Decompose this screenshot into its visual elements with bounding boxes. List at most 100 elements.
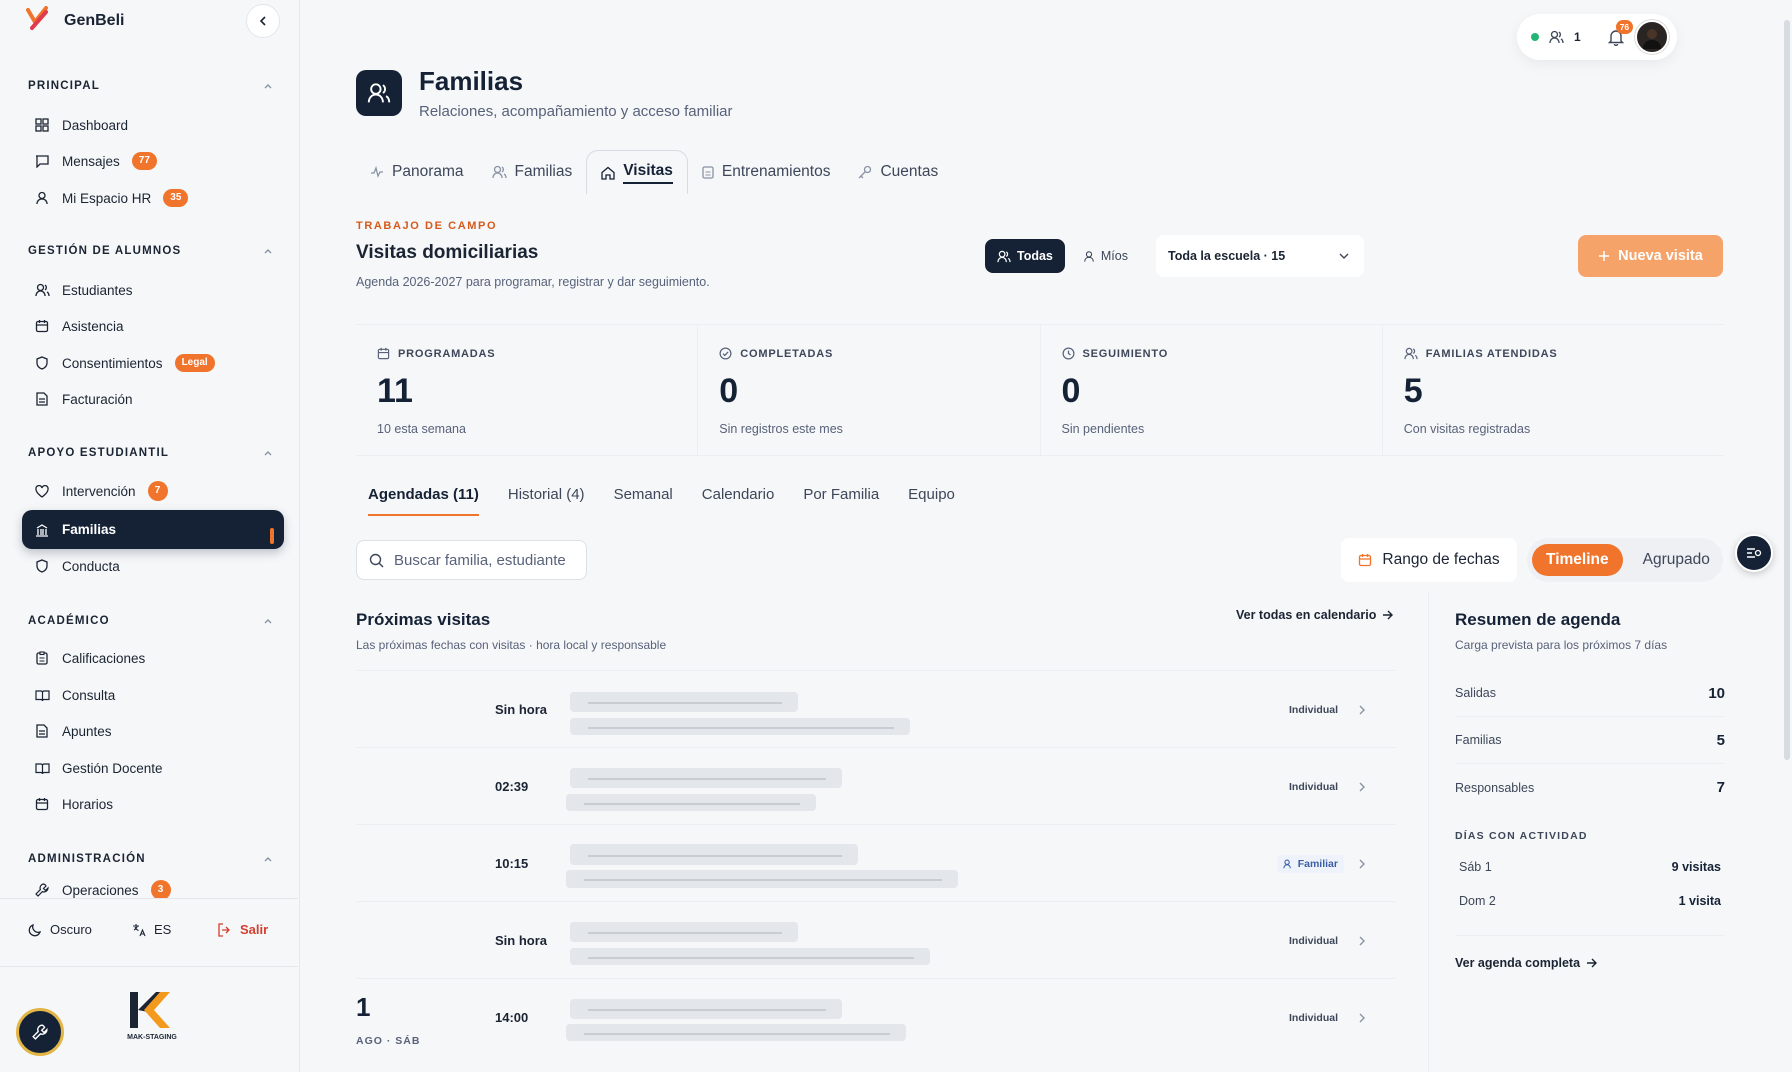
visit-row[interactable]: Sin hora Individual bbox=[356, 670, 1396, 747]
section-apoyo-estudiantil[interactable]: APOYO ESTUDIANTIL bbox=[28, 447, 273, 459]
visit-row[interactable]: 02:39 Individual bbox=[356, 747, 1396, 824]
users-icon[interactable] bbox=[1549, 30, 1564, 44]
users-icon bbox=[1283, 859, 1291, 868]
page-scrollbar[interactable] bbox=[1784, 20, 1790, 760]
dev-tools-button[interactable] bbox=[16, 1008, 64, 1056]
tab-label: Panorama bbox=[392, 163, 464, 180]
tab-label: Cuentas bbox=[880, 163, 939, 180]
scope-select[interactable]: Toda la escuela · 15 bbox=[1156, 235, 1364, 277]
subtab-calendario[interactable]: Calendario bbox=[702, 486, 775, 516]
tab-familias[interactable]: Familias bbox=[478, 150, 587, 194]
search-input[interactable]: Buscar familia, estudiante bbox=[356, 540, 587, 580]
sidebar-item-mi-espacio-hr[interactable]: Mi Espacio HR 35 bbox=[22, 180, 284, 216]
link-label: Ver agenda completa bbox=[1455, 956, 1581, 970]
sidebar-item-dashboard[interactable]: Dashboard bbox=[22, 107, 284, 143]
agenda-days-title: DÍAS CON ACTIVIDAD bbox=[1455, 830, 1588, 842]
sidebar-divider bbox=[0, 966, 298, 967]
avatar[interactable] bbox=[1634, 20, 1669, 54]
agenda-divider bbox=[1455, 935, 1725, 936]
filter-mine-button[interactable]: Míos bbox=[1071, 239, 1140, 273]
tab-entrenamientos[interactable]: Entrenamientos bbox=[688, 150, 845, 194]
subtab-equipo[interactable]: Equipo bbox=[908, 486, 955, 516]
section-gestion-de-alumnos[interactable]: GESTIÓN DE ALUMNOS bbox=[28, 245, 273, 257]
heart-icon bbox=[34, 483, 50, 499]
sidebar-item-label: Calificaciones bbox=[62, 650, 146, 666]
user-icon bbox=[1084, 250, 1094, 262]
chevron-up-icon bbox=[264, 857, 272, 862]
sidebar-item-conducta[interactable]: Conducta bbox=[22, 548, 284, 584]
theme-toggle-button[interactable]: Oscuro bbox=[28, 922, 92, 937]
collapse-sidebar-button[interactable] bbox=[246, 4, 280, 38]
sidebar-item-horarios[interactable]: Horarios bbox=[22, 786, 284, 822]
sidebar-item-gestion-docente[interactable]: Gestión Docente bbox=[22, 750, 284, 786]
subtab-agendadas[interactable]: Agendadas (11) bbox=[368, 486, 479, 516]
sidebar: GenBeli PRINCIPAL Dashboard Mensajes 77 M… bbox=[0, 0, 300, 1072]
sidebar-item-intervencion[interactable]: Intervención 7 bbox=[22, 473, 284, 509]
loading-skeleton bbox=[566, 794, 816, 811]
sidebar-item-familias[interactable]: Familias bbox=[22, 510, 284, 549]
visit-type-label: Individual bbox=[1288, 780, 1338, 793]
users-icon bbox=[367, 83, 391, 103]
arrow-right-icon bbox=[1587, 958, 1598, 968]
topbar-status: 1 76 bbox=[1517, 14, 1677, 60]
chevron-right-icon bbox=[1359, 705, 1365, 714]
language-button[interactable]: ES bbox=[132, 922, 171, 937]
notifications-button[interactable]: 76 bbox=[1607, 20, 1634, 46]
agenda-day-label: Dom 2 bbox=[1459, 894, 1496, 908]
clock-icon bbox=[1062, 347, 1074, 360]
users-icon bbox=[997, 250, 1011, 262]
sidebar-item-consentimientos[interactable]: Consentimientos Legal bbox=[22, 345, 284, 381]
filter-all-button[interactable]: Todas bbox=[985, 239, 1065, 273]
tab-panorama[interactable]: Panorama bbox=[356, 150, 478, 194]
visit-time: 14:00 bbox=[495, 1010, 529, 1025]
section-academico[interactable]: ACADÉMICO bbox=[28, 615, 273, 627]
agenda-day[interactable]: Sáb 1 9 visitas bbox=[1459, 860, 1721, 874]
section-title: APOYO ESTUDIANTIL bbox=[28, 447, 170, 459]
view-timeline-button[interactable]: Timeline bbox=[1532, 544, 1623, 576]
brand[interactable]: GenBeli bbox=[26, 6, 124, 36]
logo-caption: MAK-STAGING bbox=[127, 1034, 177, 1041]
subtab-por-familia[interactable]: Por Familia bbox=[803, 486, 879, 516]
button-label: Nueva visita bbox=[1618, 248, 1703, 264]
stat-card: PROGRAMADAS 11 10 esta semana bbox=[356, 325, 699, 455]
sidebar-item-consulta[interactable]: Consulta bbox=[22, 677, 284, 713]
visit-row[interactable]: 14:00 Individual bbox=[356, 978, 1396, 1055]
subtab-historial[interactable]: Historial (4) bbox=[508, 486, 585, 516]
sidebar-item-facturacion[interactable]: Facturación bbox=[22, 381, 284, 417]
sidebar-item-calificaciones[interactable]: Calificaciones bbox=[22, 640, 284, 676]
wrench-icon bbox=[32, 1024, 48, 1040]
section-principal[interactable]: PRINCIPAL bbox=[28, 80, 273, 92]
sidebar-item-apuntes[interactable]: Apuntes bbox=[22, 713, 284, 749]
language-label: ES bbox=[154, 922, 172, 937]
new-visit-button[interactable]: Nueva visita bbox=[1578, 235, 1723, 277]
sidebar-item-estudiantes[interactable]: Estudiantes bbox=[22, 272, 284, 308]
logout-button[interactable]: Salir bbox=[217, 922, 268, 937]
sidebar-item-label: Horarios bbox=[62, 796, 114, 812]
stat-label: FAMILIAS ATENDIDAS bbox=[1425, 347, 1558, 360]
view-full-agenda-link[interactable]: Ver agenda completa bbox=[1455, 956, 1598, 970]
view-grouped-button[interactable]: Agrupado bbox=[1629, 544, 1724, 576]
filter-label: Míos bbox=[1100, 249, 1128, 263]
count-badge: 77 bbox=[131, 152, 157, 170]
sidebar-item-asistencia[interactable]: Asistencia bbox=[22, 308, 284, 344]
section-subtitle: Agenda 2026-2027 para programar, registr… bbox=[356, 275, 710, 289]
sidebar-item-label: Familias bbox=[62, 522, 117, 537]
agenda-day[interactable]: Dom 2 1 visita bbox=[1459, 894, 1721, 908]
book-icon bbox=[34, 687, 50, 703]
visit-time: Sin hora bbox=[495, 702, 548, 717]
visit-row[interactable]: 10:15 Familiar bbox=[356, 824, 1396, 901]
upcoming-subtitle: Las próximas fechas con visitas · hora l… bbox=[356, 638, 667, 652]
subtab-semanal[interactable]: Semanal bbox=[614, 486, 673, 516]
visit-row[interactable]: Sin hora Individual bbox=[356, 901, 1396, 978]
section-administracion[interactable]: ADMINISTRACIÓN bbox=[28, 853, 273, 865]
filters-button[interactable] bbox=[1735, 534, 1773, 572]
sidebar-item-operaciones[interactable]: Operaciones 3 bbox=[22, 878, 284, 898]
loading-skeleton bbox=[570, 922, 798, 942]
sidebar-item-mensajes[interactable]: Mensajes 77 bbox=[22, 143, 284, 179]
stat-label: PROGRAMADAS bbox=[398, 347, 496, 360]
tab-visitas[interactable]: Visitas bbox=[586, 150, 688, 194]
tab-cuentas[interactable]: Cuentas bbox=[844, 150, 952, 194]
date-range-button[interactable]: Rango de fechas bbox=[1341, 538, 1517, 582]
view-calendar-link[interactable]: Ver todas en calendario bbox=[1236, 608, 1394, 622]
tab-label: Visitas bbox=[623, 162, 673, 184]
